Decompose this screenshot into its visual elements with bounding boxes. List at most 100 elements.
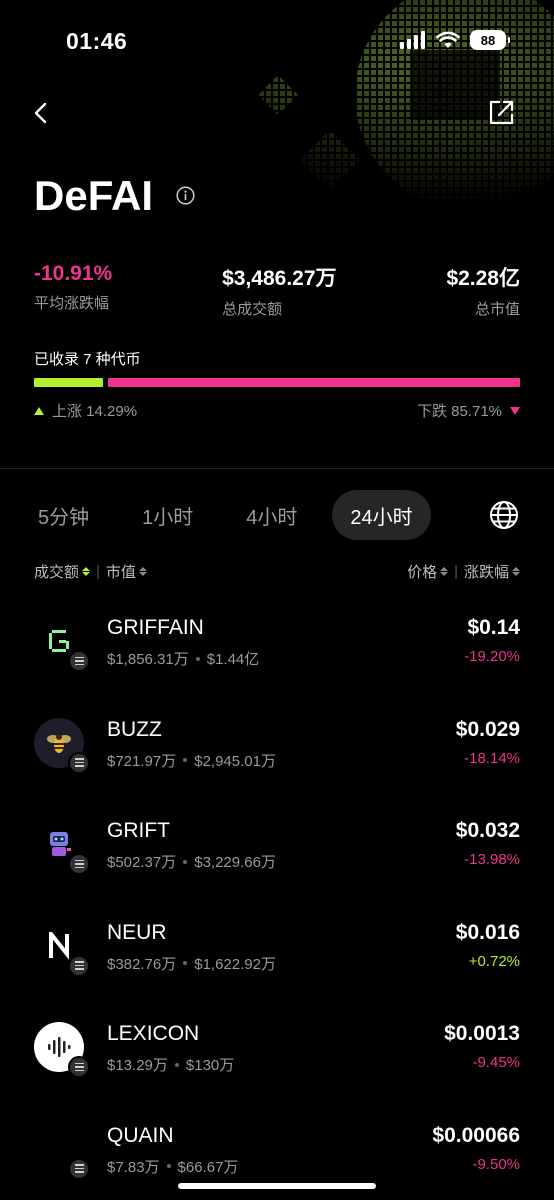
token-market-cap: $3,229.66万 xyxy=(194,854,276,871)
token-change: -19.20% xyxy=(464,648,520,665)
token-change: -13.98% xyxy=(464,851,520,868)
token-change: +0.72% xyxy=(468,952,520,970)
token-price: $0.00066 xyxy=(432,1123,520,1147)
avg-change-value: -10.91% xyxy=(34,262,113,285)
token-volume: $382.76万 xyxy=(107,955,177,973)
tab-24h[interactable]: 24小时 xyxy=(332,490,431,540)
sort-market-cap-label: 市值 xyxy=(105,564,136,581)
globe-icon[interactable] xyxy=(488,499,520,531)
separator: | xyxy=(454,563,458,580)
sort-arrows-icon xyxy=(138,567,147,576)
token-price: $0.029 xyxy=(455,717,520,741)
token-volume-cap: $7.83万 $66.67万 xyxy=(107,1156,238,1177)
solana-icon xyxy=(68,954,90,977)
token-row[interactable]: LEXICON $13.29万 $130万 $0.0013 -9.45% xyxy=(0,1006,554,1108)
distribution-down-segment xyxy=(108,378,520,387)
down-ratio: 下跌 85.71% xyxy=(417,400,520,421)
token-change: -9.45% xyxy=(472,1054,520,1071)
triangle-up-icon xyxy=(34,406,44,415)
token-volume-cap: $13.29万 $130万 xyxy=(107,1054,234,1075)
volume-stat: $3,486.27万 总成交额 xyxy=(222,262,336,319)
token-name: GRIFT xyxy=(107,819,170,842)
token-volume: $721.97万 xyxy=(107,752,177,770)
token-row[interactable]: GRIFT $502.37万 $3,229.66万 $0.032 -13.98% xyxy=(0,803,554,905)
token-market-cap: $130万 xyxy=(185,1057,235,1074)
token-volume-cap: $1,856.31万 $1.44亿 xyxy=(107,648,259,669)
triangle-down-icon xyxy=(510,406,520,415)
sort-price-label: 价格 xyxy=(407,564,438,581)
sort-arrows-icon xyxy=(82,567,91,576)
timeframe-tabs: 5分钟 1小时 4小时 24小时 xyxy=(20,490,448,540)
token-name: LEXICON xyxy=(107,1022,200,1045)
status-icons: 88 xyxy=(400,30,510,50)
token-price: $0.032 xyxy=(455,819,520,842)
token-price: $0.14 xyxy=(467,616,520,639)
up-ratio-label: 上涨 14.29% xyxy=(52,403,138,420)
sort-market-cap[interactable]: 市值 xyxy=(106,561,147,582)
token-market-cap: $1,622.92万 xyxy=(194,955,276,973)
tab-5m[interactable]: 5分钟 xyxy=(20,490,107,540)
page-title: DeFAI xyxy=(34,172,154,219)
market-cap-value: $2.28亿 xyxy=(446,267,520,290)
avg-change-label: 平均涨跌幅 xyxy=(34,295,110,312)
token-market-cap: $66.67万 xyxy=(177,1158,239,1176)
separator: | xyxy=(96,563,100,580)
token-row[interactable]: BUZZ $721.97万 $2,945.01万 $0.029 -18.14% xyxy=(0,702,554,804)
token-change: -9.50% xyxy=(472,1155,520,1173)
status-time: 01:46 xyxy=(66,28,128,54)
sort-header: 成交额 | 市值 价格 | 涨跌幅 xyxy=(34,561,520,582)
solana-icon xyxy=(68,1056,90,1078)
token-volume: $502.37万 xyxy=(107,854,177,871)
token-price: $0.016 xyxy=(455,920,520,944)
sort-volume-label: 成交额 xyxy=(34,564,80,581)
market-cap-label: 总市值 xyxy=(474,301,520,318)
token-row[interactable]: NEUR $382.76万 $1,622.92万 $0.016 +0.72% xyxy=(0,905,554,1007)
solana-icon xyxy=(68,751,90,774)
sort-price[interactable]: 价格 xyxy=(407,561,449,582)
back-icon[interactable] xyxy=(26,98,56,128)
signal-icon xyxy=(400,31,425,49)
sort-change-label: 涨跌幅 xyxy=(463,564,509,581)
token-volume: $7.83万 xyxy=(107,1158,160,1176)
sort-arrows-icon xyxy=(440,567,449,576)
token-volume-cap: $382.76万 $1,622.92万 xyxy=(107,953,276,974)
token-list: GRIFFAIN $1,856.31万 $1.44亿 $0.14 -19.20% … xyxy=(0,600,554,1200)
home-indicator[interactable] xyxy=(178,1183,376,1189)
up-ratio: 上涨 14.29% xyxy=(34,400,137,421)
avg-change-stat: -10.91% 平均涨跌幅 xyxy=(34,262,112,319)
tab-1h[interactable]: 1小时 xyxy=(124,490,211,540)
tab-4h[interactable]: 4小时 xyxy=(228,490,315,540)
token-volume: $1,856.31万 xyxy=(107,651,189,668)
sector-stats: -10.91% 平均涨跌幅 $3,486.27万 总成交额 $2.28亿 总市值 xyxy=(34,262,520,319)
token-change: -18.14% xyxy=(464,749,520,767)
token-volume-cap: $721.97万 $2,945.01万 xyxy=(107,750,276,771)
token-name: NEUR xyxy=(107,920,167,944)
wifi-icon xyxy=(436,31,460,48)
info-icon[interactable] xyxy=(176,186,195,205)
distribution-bar xyxy=(34,378,520,387)
collected-count: 已收录 7 种代币 xyxy=(34,351,141,368)
token-market-cap: $2,945.01万 xyxy=(194,752,276,770)
market-cap-stat: $2.28亿 总市值 xyxy=(446,262,520,319)
token-name: GRIFFAIN xyxy=(107,616,204,639)
token-market-cap: $1.44亿 xyxy=(206,651,260,668)
share-icon[interactable] xyxy=(486,98,516,128)
volume-value: $3,486.27万 xyxy=(222,267,337,290)
token-name: QUAIN xyxy=(107,1123,174,1147)
solana-icon xyxy=(68,853,90,875)
solana-icon xyxy=(68,650,90,672)
token-price: $0.0013 xyxy=(444,1022,520,1045)
down-ratio-label: 下跌 85.71% xyxy=(416,403,502,420)
token-row[interactable]: GRIFFAIN $1,856.31万 $1.44亿 $0.14 -19.20% xyxy=(0,600,554,702)
token-volume-cap: $502.37万 $3,229.66万 xyxy=(107,851,276,872)
distribution-ratio: 上涨 14.29% 下跌 85.71% xyxy=(34,400,520,421)
solana-icon xyxy=(68,1157,90,1180)
token-name: BUZZ xyxy=(107,717,162,741)
sort-change[interactable]: 涨跌幅 xyxy=(464,561,520,582)
volume-label: 总成交额 xyxy=(222,301,283,318)
token-volume: $13.29万 xyxy=(107,1057,168,1074)
status-bar: 01:46 88 xyxy=(0,0,554,80)
battery-icon: 88 xyxy=(470,30,510,50)
sort-arrows-icon xyxy=(512,567,520,576)
sort-volume[interactable]: 成交额 xyxy=(34,561,91,582)
